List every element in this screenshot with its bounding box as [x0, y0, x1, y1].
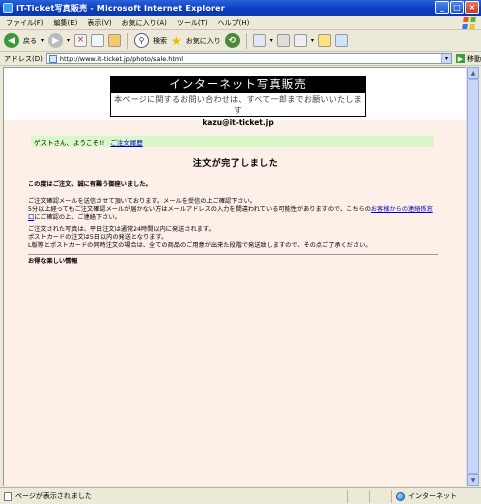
greeting-bar: ゲストさん、ようこそ!! ご注文履歴 — [31, 136, 434, 147]
close-button[interactable]: × — [465, 1, 479, 14]
refresh-icon[interactable] — [91, 34, 105, 47]
back-arrow-icon[interactable]: ◀ — [4, 33, 19, 48]
edit-icon[interactable] — [293, 34, 307, 47]
menu-view[interactable]: 表示(V) — [87, 18, 111, 28]
status-pane — [369, 489, 391, 503]
favorites-button-label[interactable]: お気に入り — [186, 36, 221, 46]
window-controls: _ □ × — [435, 1, 479, 14]
address-dropdown-icon[interactable]: ▾ — [441, 54, 451, 63]
banner-title: インターネット写真販売 — [110, 76, 366, 93]
shipping-line-1: ご注文された写真は、平日注文は通常24時間以内に発送されます。 — [28, 226, 215, 233]
banner-notice: 本ページに関するお問い合わせは、すべて一郎までお願いいたします — [114, 95, 362, 115]
divider — [28, 254, 438, 255]
forward-arrow-icon[interactable]: ▶ — [48, 33, 64, 48]
greeting-text: ゲストさん、ようこそ!! — [34, 138, 105, 147]
home-icon[interactable] — [108, 34, 122, 47]
forward-dropdown-icon[interactable]: ▾ — [67, 37, 70, 44]
page-viewport: インターネット写真販売 本ページに関するお問い合わせは、すべて一郎までお願いいた… — [3, 67, 466, 486]
scroll-thumb[interactable] — [467, 79, 479, 474]
search-button-label[interactable]: 検索 — [153, 36, 167, 46]
page-icon — [48, 54, 57, 63]
address-url[interactable]: http://www.it-ticket.jp/photo/sale.html — [60, 55, 183, 63]
banner-contact-box: 本ページに関するお問い合わせは、すべて一郎までお願いいたします kazu@it-… — [110, 93, 366, 127]
go-button[interactable]: ▶ 移動 — [456, 54, 481, 64]
menu-file[interactable]: ファイル(F) — [6, 18, 44, 28]
back-button-label[interactable]: 戻る — [23, 36, 37, 46]
thanks-text: この度はご注文、誠に有難う御座いました。 — [28, 181, 152, 188]
window-title: IT-Ticket写真販売 - Microsoft Internet Explo… — [16, 3, 225, 13]
confirmation-paragraph: ご注文確認メールを送信させて頂いております。メールを受信の上ご確認下さい。 5分… — [28, 198, 438, 222]
address-bar: アドレス(D) http://www.it-ticket.jp/photo/sa… — [0, 52, 481, 66]
messenger-icon[interactable] — [334, 34, 348, 47]
ie-app-icon — [3, 3, 13, 13]
address-label: アドレス(D) — [4, 54, 43, 63]
content-background — [4, 120, 466, 486]
search-icon[interactable]: ⚲ — [134, 33, 150, 48]
info-heading: お得な楽しい情報 — [28, 258, 78, 265]
address-input[interactable]: http://www.it-ticket.jp/photo/sale.html … — [45, 53, 452, 64]
status-text: ページが表示されました — [15, 492, 92, 500]
windows-logo-icon — [462, 17, 476, 29]
page-done-icon — [4, 491, 12, 501]
shipping-line-2: ポストカードの注文は5日以内の発送となります。 — [28, 234, 168, 241]
scroll-down-icon[interactable]: ▼ — [467, 474, 479, 486]
shipping-line-3: L版等とポストカードの同時注文の場合は、全ての商品のご用意が出来た段階で発送致し… — [28, 242, 372, 249]
confirmation-line-2: 5分以上経ってもご注文確認メールが届かない方はメールアドレスの入力を間違われてい… — [28, 206, 438, 222]
standard-toolbar: ◀ 戻る ▾ ▶ ▾ × ⚲ 検索 ★ お気に入り ⟲ ▾ ▾ — [0, 30, 481, 52]
menu-help[interactable]: ヘルプ(H) — [218, 18, 250, 28]
minimize-button[interactable]: _ — [435, 1, 449, 14]
go-label: 移動 — [467, 54, 481, 63]
security-zone: インターネット — [391, 489, 481, 503]
menu-favorites[interactable]: お気に入り(A) — [122, 18, 167, 28]
toolbar-separator — [245, 32, 247, 49]
menu-tools[interactable]: ツール(T) — [177, 18, 208, 28]
maximize-button[interactable]: □ — [450, 1, 464, 14]
confirmation-line-1: ご注文確認メールを送信させて頂いております。メールを受信の上ご確認下さい。 — [28, 198, 256, 205]
page-heading: 注文が完了しました — [192, 159, 279, 169]
zone-label: インターネット — [408, 492, 457, 500]
discuss-folder-icon[interactable] — [317, 34, 331, 47]
stop-icon[interactable]: × — [74, 34, 88, 47]
mail-dropdown-icon[interactable]: ▾ — [270, 37, 273, 44]
status-pane — [347, 489, 369, 503]
banner-email: kazu@it-ticket.jp — [202, 118, 274, 127]
edit-dropdown-icon[interactable]: ▾ — [311, 37, 314, 44]
internet-zone-icon — [396, 491, 405, 501]
shipping-paragraph: ご注文された写真は、平日注文は通常24時間以内に発送されます。 ポストカードの注… — [28, 226, 438, 250]
confirmation-line-2-b: にご確認の上、ご連絡下さい。 — [34, 214, 121, 221]
status-left: ページが表示されました — [0, 491, 347, 501]
favorites-star-icon[interactable]: ★ — [171, 34, 182, 48]
confirmation-line-2-a: 5分以上経ってもご注文確認メールが届かない方はメールアドレスの入力を間違われてい… — [28, 206, 371, 213]
order-history-link[interactable]: ご注文履歴 — [110, 137, 143, 147]
print-icon[interactable] — [276, 34, 290, 47]
menu-edit[interactable]: 編集(E) — [54, 18, 78, 28]
title-bar: IT-Ticket写真販売 - Microsoft Internet Explo… — [0, 0, 481, 16]
mail-icon[interactable] — [252, 34, 266, 47]
vertical-scrollbar[interactable]: ▲ ▼ — [466, 67, 479, 486]
back-dropdown-icon[interactable]: ▾ — [41, 37, 44, 44]
scroll-up-icon[interactable]: ▲ — [467, 67, 479, 79]
toolbar-separator — [127, 32, 129, 49]
status-bar: ページが表示されました インターネット — [0, 487, 481, 504]
go-arrow-icon: ▶ — [456, 54, 465, 63]
menu-bar: ファイル(F) 編集(E) 表示(V) お気に入り(A) ツール(T) ヘルプ(… — [0, 16, 481, 30]
history-icon[interactable]: ⟲ — [224, 33, 240, 48]
